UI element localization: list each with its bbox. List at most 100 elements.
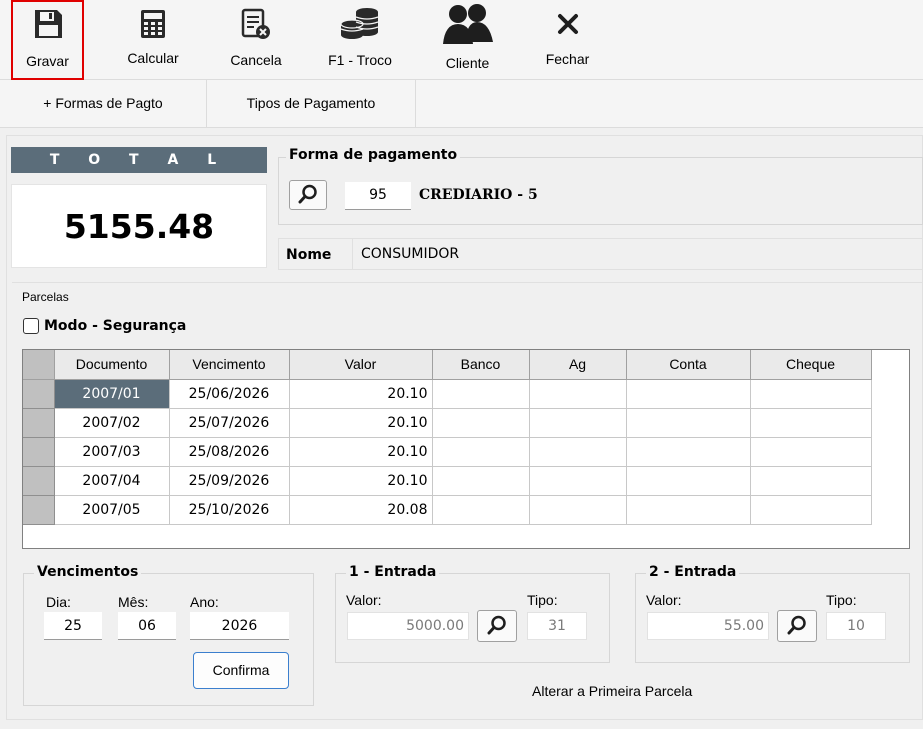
modo-seguranca-checkbox[interactable] <box>23 318 39 334</box>
cliente-button[interactable]: Cliente <box>430 0 505 80</box>
col-cheque[interactable]: Cheque <box>750 350 872 380</box>
users-icon <box>430 4 505 44</box>
col-vencimento[interactable]: Vencimento <box>169 350 290 380</box>
entrada2-valor-field[interactable]: 55.00 <box>647 612 769 640</box>
cell-banco[interactable] <box>432 495 530 525</box>
cell-ag[interactable] <box>529 379 627 409</box>
vencimentos-title: Vencimentos <box>34 564 142 580</box>
cell-vencimento[interactable]: 25/06/2026 <box>169 379 290 409</box>
cell-vencimento[interactable]: 25/09/2026 <box>169 466 290 496</box>
cell-valor[interactable]: 20.10 <box>289 379 433 409</box>
table-row[interactable]: 2007/01 25/06/2026 20.10 <box>23 379 872 409</box>
cell-cheque[interactable] <box>750 408 872 438</box>
col-banco[interactable]: Banco <box>432 350 530 380</box>
row-indicator[interactable] <box>23 408 55 438</box>
cell-banco[interactable] <box>432 466 530 496</box>
entrada1-tipo-label: Tipo: <box>527 592 558 608</box>
gravar-button[interactable]: Gravar <box>11 0 84 80</box>
cell-cheque[interactable] <box>750 495 872 525</box>
cancela-label: Cancela <box>230 52 282 68</box>
cell-conta[interactable] <box>626 408 751 438</box>
cell-documento[interactable]: 2007/01 <box>54 379 170 409</box>
coins-icon <box>315 6 405 42</box>
entrada2-tipo-field[interactable]: 10 <box>826 612 886 640</box>
forma-code-field[interactable]: 95 <box>345 182 411 210</box>
cell-banco[interactable] <box>432 408 530 438</box>
tab-bar: + Formas de Pagto Tipos de Pagamento <box>0 80 923 128</box>
row-indicator[interactable] <box>23 495 55 525</box>
col-ag[interactable]: Ag <box>529 350 627 380</box>
entrada1-search-button[interactable] <box>477 610 517 642</box>
mes-field[interactable]: 06 <box>118 612 176 640</box>
cliente-label: Cliente <box>445 55 490 71</box>
ano-label: Ano: <box>190 594 219 610</box>
dia-field[interactable]: 25 <box>44 612 102 640</box>
table-row[interactable]: 2007/02 25/07/2026 20.10 <box>23 408 872 438</box>
cell-documento[interactable]: 2007/02 <box>54 408 170 438</box>
entrada2-tipo-label: Tipo: <box>826 592 857 608</box>
confirma-button[interactable]: Confirma <box>193 652 289 689</box>
troco-button[interactable]: F1 - Troco <box>315 0 405 80</box>
grid-header-row: Documento Vencimento Valor Banco Ag Cont… <box>23 350 872 380</box>
cell-valor[interactable]: 20.10 <box>289 408 433 438</box>
nome-label: Nome <box>286 247 332 263</box>
mes-label: Mês: <box>118 594 149 610</box>
cell-conta[interactable] <box>626 495 751 525</box>
table-row[interactable]: 2007/03 25/08/2026 20.10 <box>23 437 872 467</box>
cell-vencimento[interactable]: 25/08/2026 <box>169 437 290 467</box>
row-indicator[interactable] <box>23 379 55 409</box>
calcular-button[interactable]: Calcular <box>114 0 192 80</box>
row-indicator[interactable] <box>23 466 55 496</box>
save-disk-icon <box>13 6 82 42</box>
cell-vencimento[interactable]: 25/10/2026 <box>169 495 290 525</box>
parcelas-grid[interactable]: Documento Vencimento Valor Banco Ag Cont… <box>22 349 910 549</box>
entrada1-valor-field[interactable]: 5000.00 <box>347 612 469 640</box>
fechar-label: Fechar <box>545 51 590 67</box>
cell-ag[interactable] <box>529 495 627 525</box>
cell-documento[interactable]: 2007/04 <box>54 466 170 496</box>
cell-banco[interactable] <box>432 379 530 409</box>
col-conta[interactable]: Conta <box>626 350 751 380</box>
table-row[interactable]: 2007/04 25/09/2026 20.10 <box>23 466 872 496</box>
tab-tipos-de-pagamento[interactable]: Tipos de Pagamento <box>207 80 416 127</box>
cell-conta[interactable] <box>626 466 751 496</box>
col-valor[interactable]: Valor <box>289 350 433 380</box>
alterar-primeira-parcela-link[interactable]: Alterar a Primeira Parcela <box>532 683 692 699</box>
forma-search-button[interactable] <box>289 180 327 210</box>
row-indicator[interactable] <box>23 437 55 467</box>
cell-banco[interactable] <box>432 437 530 467</box>
cell-documento[interactable]: 2007/05 <box>54 495 170 525</box>
toolbar: Gravar Calcular Cancela F1 - Troco Clien… <box>0 0 923 80</box>
dia-label: Dia: <box>46 594 71 610</box>
cell-conta[interactable] <box>626 437 751 467</box>
forma-name: CREDIARIO - 5 <box>419 187 538 203</box>
search-icon <box>787 615 807 638</box>
cell-ag[interactable] <box>529 437 627 467</box>
ano-field[interactable]: 2026 <box>190 612 289 640</box>
entrada2-title: 2 - Entrada <box>646 564 740 580</box>
table-row[interactable]: 2007/05 25/10/2026 20.08 <box>23 495 872 525</box>
cell-cheque[interactable] <box>750 437 872 467</box>
tab-formas-de-pagto[interactable]: + Formas de Pagto <box>0 80 207 127</box>
cell-valor[interactable]: 20.10 <box>289 466 433 496</box>
cancel-document-icon <box>220 6 292 42</box>
calcular-label: Calcular <box>127 50 179 66</box>
cell-cheque[interactable] <box>750 379 872 409</box>
entrada1-tipo-field[interactable]: 31 <box>527 612 587 640</box>
total-value: 5155.48 <box>11 184 267 268</box>
cell-cheque[interactable] <box>750 466 872 496</box>
cancela-button[interactable]: Cancela <box>220 0 292 80</box>
entrada2-search-button[interactable] <box>777 610 817 642</box>
cell-ag[interactable] <box>529 466 627 496</box>
cell-documento[interactable]: 2007/03 <box>54 437 170 467</box>
total-header: T O T A L <box>11 147 267 173</box>
cell-vencimento[interactable]: 25/07/2026 <box>169 408 290 438</box>
close-icon <box>530 6 605 42</box>
cell-valor[interactable]: 20.10 <box>289 437 433 467</box>
cell-conta[interactable] <box>626 379 751 409</box>
col-documento[interactable]: Documento <box>54 350 170 380</box>
cell-valor[interactable]: 20.08 <box>289 495 433 525</box>
fechar-button[interactable]: Fechar <box>530 0 605 80</box>
cell-ag[interactable] <box>529 408 627 438</box>
parcelas-table: Documento Vencimento Valor Banco Ag Cont… <box>23 350 872 525</box>
